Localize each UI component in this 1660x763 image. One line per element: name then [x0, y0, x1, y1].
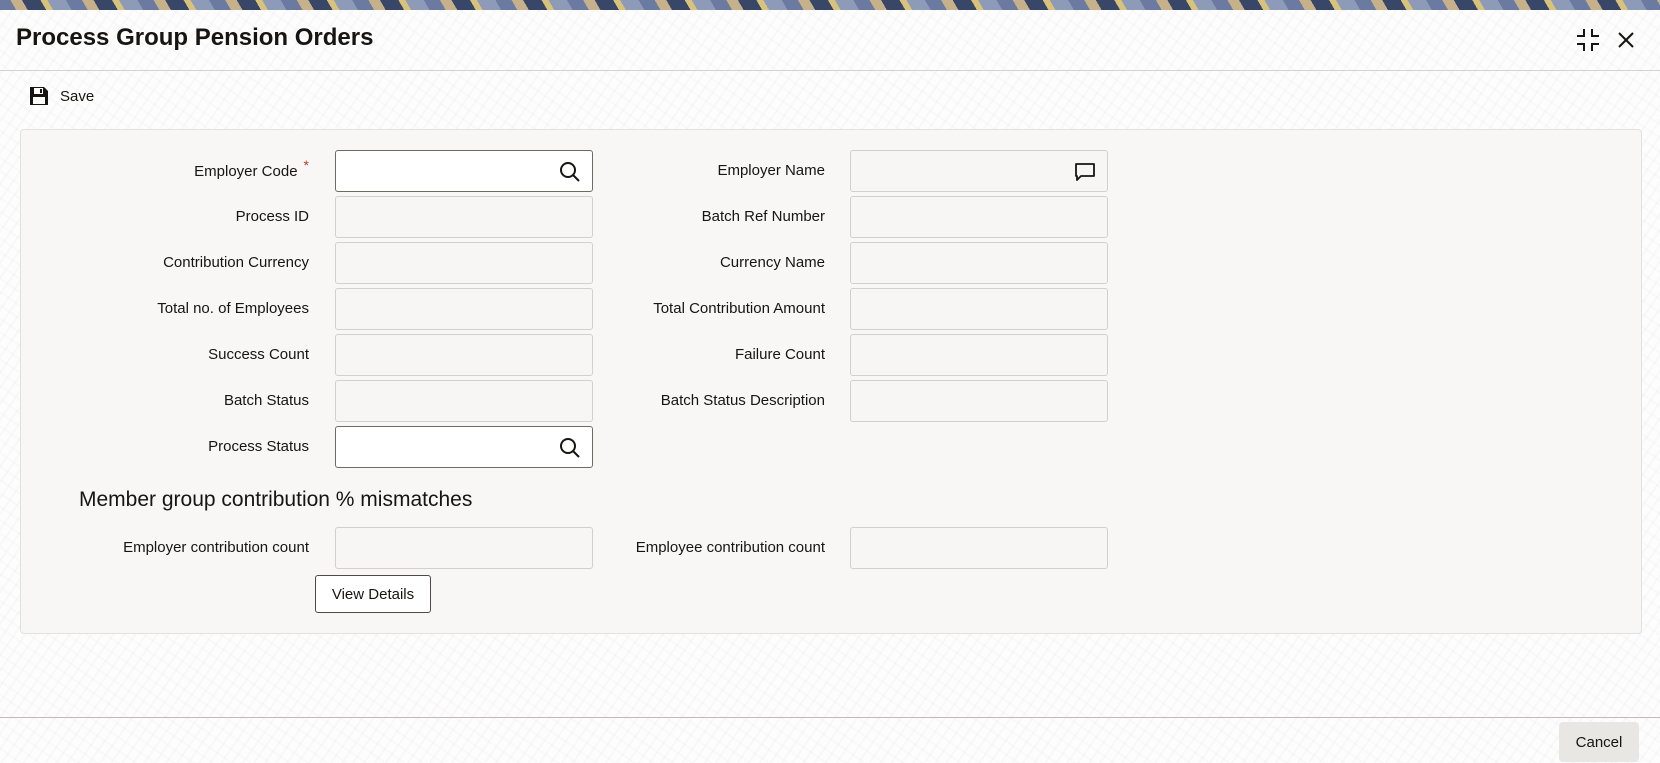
save-button[interactable]: Save — [28, 84, 94, 108]
restore-window-button[interactable] — [1574, 26, 1602, 54]
batch-status-field — [335, 380, 593, 422]
title-divider — [0, 70, 1660, 71]
contribution-currency-input[interactable] — [336, 243, 592, 283]
batch-ref-number-field — [850, 196, 1108, 238]
batch-status-description-label: Batch Status Description — [660, 392, 825, 409]
currency-name-input[interactable] — [851, 243, 1107, 283]
employee-contribution-count-input[interactable] — [851, 528, 1107, 568]
failure-count-input[interactable] — [851, 335, 1107, 375]
employer-name-field — [850, 150, 1108, 192]
failure-count-label: Failure Count — [734, 346, 825, 363]
employer-name-input[interactable] — [851, 151, 1107, 191]
total-contribution-amount-input[interactable] — [851, 289, 1107, 329]
page-title: Process Group Pension Orders — [16, 24, 374, 51]
contribution-currency-field — [335, 242, 593, 284]
batch-status-label: Batch Status — [223, 392, 309, 409]
failure-count-field — [850, 334, 1108, 376]
currency-name-field — [850, 242, 1108, 284]
floppy-disk-icon — [30, 87, 48, 105]
process-status-label: Process Status — [208, 438, 309, 455]
employer-code-label: Employer Code * — [81, 150, 309, 192]
search-icon — [560, 162, 580, 182]
required-marker: * — [303, 157, 309, 173]
mismatch-section-title: Member group contribution % mismatches — [79, 488, 473, 511]
employer-code-input[interactable] — [336, 151, 592, 191]
batch-status-description-field — [850, 380, 1108, 422]
employer-contribution-count-field — [335, 527, 593, 569]
speech-bubble-icon — [1075, 163, 1095, 181]
batch-ref-number-input[interactable] — [851, 197, 1107, 237]
employer-code-label-text: Employer Code — [194, 163, 298, 180]
employee-contribution-count-label: Employee contribution count — [635, 539, 825, 556]
contribution-currency-label: Contribution Currency — [163, 254, 309, 271]
search-icon — [560, 438, 580, 458]
employer-name-label: Employer Name — [717, 162, 825, 179]
process-status-input[interactable] — [336, 427, 592, 467]
process-id-field — [335, 196, 593, 238]
employer-contribution-count-input[interactable] — [336, 528, 592, 568]
close-icon — [1618, 32, 1634, 48]
footer-divider — [0, 717, 1660, 718]
total-employees-label: Total no. of Employees — [157, 300, 309, 317]
restore-window-icon — [1577, 29, 1599, 51]
currency-name-label: Currency Name — [719, 254, 825, 271]
batch-status-description-input[interactable] — [851, 381, 1107, 421]
process-id-label: Process ID — [235, 208, 309, 225]
employer-contribution-count-label: Employer contribution count — [123, 539, 309, 556]
process-status-field — [335, 426, 593, 468]
process-status-search-button[interactable] — [558, 436, 582, 460]
total-contribution-amount-field — [850, 288, 1108, 330]
success-count-input[interactable] — [336, 335, 592, 375]
employer-code-search-button[interactable] — [558, 160, 582, 184]
total-contribution-amount-label: Total Contribution Amount — [653, 300, 825, 317]
view-details-button[interactable]: View Details — [315, 575, 431, 613]
employer-code-field — [335, 150, 593, 192]
success-count-label: Success Count — [208, 346, 309, 363]
total-employees-input[interactable] — [336, 289, 592, 329]
cancel-button[interactable]: Cancel — [1559, 722, 1639, 762]
form-panel: Employer Code * Employer Name Process ID … — [20, 129, 1642, 634]
total-employees-field — [335, 288, 593, 330]
employee-contribution-count-field — [850, 527, 1108, 569]
employer-name-comment-button[interactable] — [1073, 160, 1097, 184]
process-id-input[interactable] — [336, 197, 592, 237]
batch-status-input[interactable] — [336, 381, 592, 421]
close-window-button[interactable] — [1612, 26, 1640, 54]
dialog-window: Process Group Pension Orders Save Employ… — [0, 10, 1660, 763]
batch-ref-number-label: Batch Ref Number — [701, 208, 825, 225]
save-label: Save — [60, 87, 95, 105]
header-banner — [0, 0, 1660, 10]
success-count-field — [335, 334, 593, 376]
